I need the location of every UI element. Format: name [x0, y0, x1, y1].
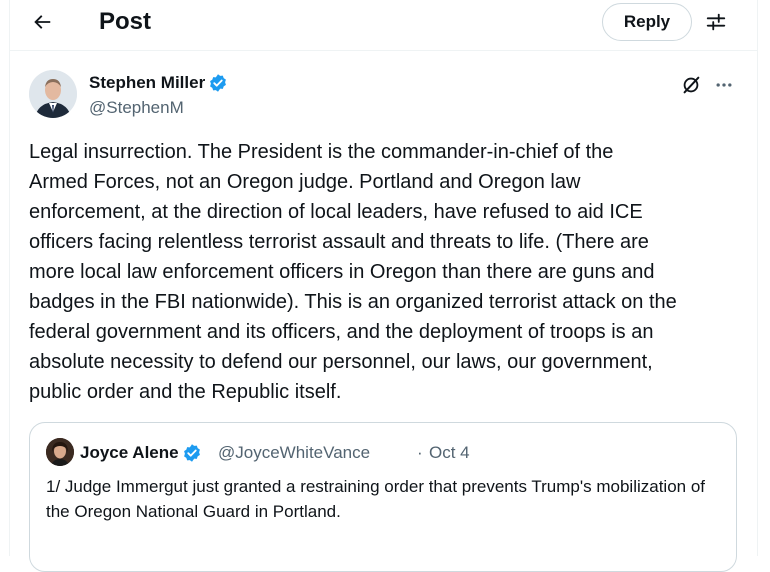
quote-author-photo — [46, 438, 74, 466]
quote-author-name[interactable]: Joyce Alene — [80, 442, 202, 464]
header-divider — [9, 50, 758, 51]
ellipsis-icon — [716, 83, 732, 87]
author-name[interactable]: Stephen Miller — [89, 72, 228, 94]
arrow-left-icon — [34, 15, 51, 29]
grok-button[interactable] — [678, 72, 704, 98]
quote-timestamp[interactable]: Oct 4 — [429, 442, 470, 464]
more-options-button[interactable] — [710, 72, 738, 98]
post-text: Legal insurrection. The President is the… — [29, 141, 677, 403]
author-photo — [29, 70, 77, 118]
quote-avatar[interactable] — [46, 438, 74, 466]
sliders-icon — [706, 13, 726, 31]
settings-button[interactable] — [700, 6, 732, 38]
page-title: Post — [99, 8, 152, 35]
quote-author-name-text: Joyce Alene — [80, 443, 179, 462]
verified-badge-icon — [208, 73, 228, 93]
quoted-post[interactable]: Joyce Alene @JoyceWhiteVance · Oct 4 1/ … — [29, 422, 737, 572]
grok-icon — [683, 76, 700, 94]
quote-author-handle[interactable]: @JoyceWhiteVance — [218, 442, 370, 464]
author-name-text: Stephen Miller — [89, 73, 206, 92]
reply-button[interactable]: Reply — [602, 3, 692, 41]
avatar[interactable] — [29, 70, 77, 118]
quote-separator: · — [417, 443, 423, 462]
back-button[interactable] — [24, 4, 60, 40]
verified-badge-icon — [182, 443, 202, 463]
author-handle[interactable]: @StephenM — [89, 97, 184, 119]
quote-text: 1/ Judge Immergut just granted a restrai… — [46, 477, 706, 521]
